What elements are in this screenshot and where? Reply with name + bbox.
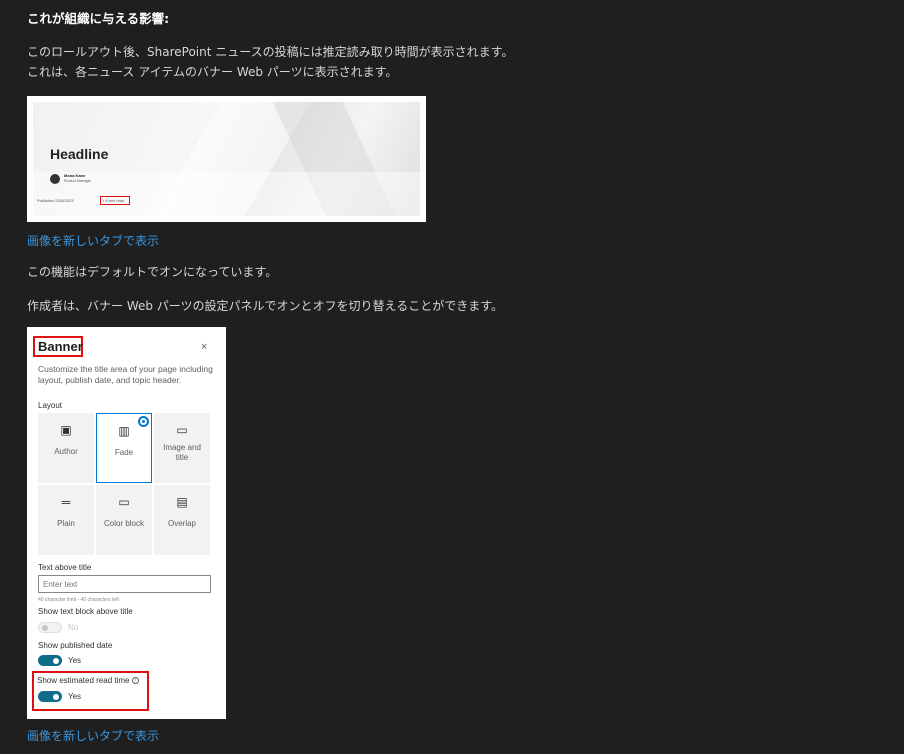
text-above-title-label: Text above title xyxy=(38,563,92,572)
selected-radio-icon xyxy=(138,416,149,427)
layout-label: Layout xyxy=(38,401,63,410)
open-image-link[interactable]: 画像を新しいタブで表示 xyxy=(27,727,159,744)
author-icon: ▣ xyxy=(60,423,72,437)
intro-line-1: このロールアウト後、SharePoint ニュースの投稿には推定読み取り時間が表… xyxy=(27,45,514,59)
authors-toggle-text: 作成者は、バナー Web パーツの設定パネルでオンとオフを切り替えることができま… xyxy=(27,299,503,313)
panel-description: Customize the title area of your page in… xyxy=(38,364,213,385)
section-heading: これが組織に与える影響: xyxy=(27,11,170,26)
text-above-title-input[interactable] xyxy=(38,575,211,593)
show-read-time-toggle[interactable] xyxy=(38,691,62,702)
layout-option-color-block[interactable]: ▭ Color block xyxy=(96,485,152,555)
layout-option-image-and-title[interactable]: ▭ Image and title xyxy=(154,413,210,483)
show-published-label: Show published date xyxy=(38,641,113,650)
char-limit-hint: 40 character limit - 40 characters left xyxy=(38,597,119,603)
show-published-state: Yes xyxy=(68,656,82,665)
read-time-highlight: • 8 min read xyxy=(100,196,130,205)
close-icon[interactable]: × xyxy=(201,341,207,353)
overlap-icon: ▤ xyxy=(176,495,188,509)
show-read-time-label: Show estimated read time i xyxy=(37,676,139,685)
layout-option-plain[interactable]: ═ Plain xyxy=(38,485,94,555)
plain-icon: ═ xyxy=(61,495,71,509)
avatar xyxy=(50,174,60,184)
info-icon[interactable]: i xyxy=(131,677,139,685)
banner-preview-background: Headline Mona Kane Product Manager Publi… xyxy=(33,102,420,216)
layout-option-fade[interactable]: ▥ Fade xyxy=(96,413,152,483)
banner-settings-panel: Banner × Customize the title area of you… xyxy=(27,327,226,719)
show-text-block-toggle[interactable] xyxy=(38,622,62,633)
layout-option-overlap[interactable]: ▤ Overlap xyxy=(154,485,210,555)
show-text-block-label: Show text block above title xyxy=(38,607,133,616)
layout-option-author[interactable]: ▣ Author xyxy=(38,413,94,483)
author-name: Mona Kane xyxy=(64,173,86,178)
author-role: Product Manager xyxy=(64,179,91,183)
banner-headline: Headline xyxy=(50,146,109,162)
default-on-text: この機能はデフォルトでオンになっています。 xyxy=(27,265,278,279)
show-published-toggle[interactable] xyxy=(38,655,62,666)
color-block-icon: ▭ xyxy=(118,495,130,509)
panel-title: Banner xyxy=(38,339,83,354)
intro-line-2: これは、各ニュース アイテムのバナー Web パーツに表示されます。 xyxy=(27,65,398,79)
open-image-link[interactable]: 画像を新しいタブで表示 xyxy=(27,232,159,249)
show-read-time-state: Yes xyxy=(68,692,82,701)
published-date: Published 2/28/2023 xyxy=(37,198,74,203)
image-and-title-icon: ▭ xyxy=(176,423,188,437)
show-text-block-state: No xyxy=(68,623,79,632)
banner-preview-image: Headline Mona Kane Product Manager Publi… xyxy=(27,96,426,222)
